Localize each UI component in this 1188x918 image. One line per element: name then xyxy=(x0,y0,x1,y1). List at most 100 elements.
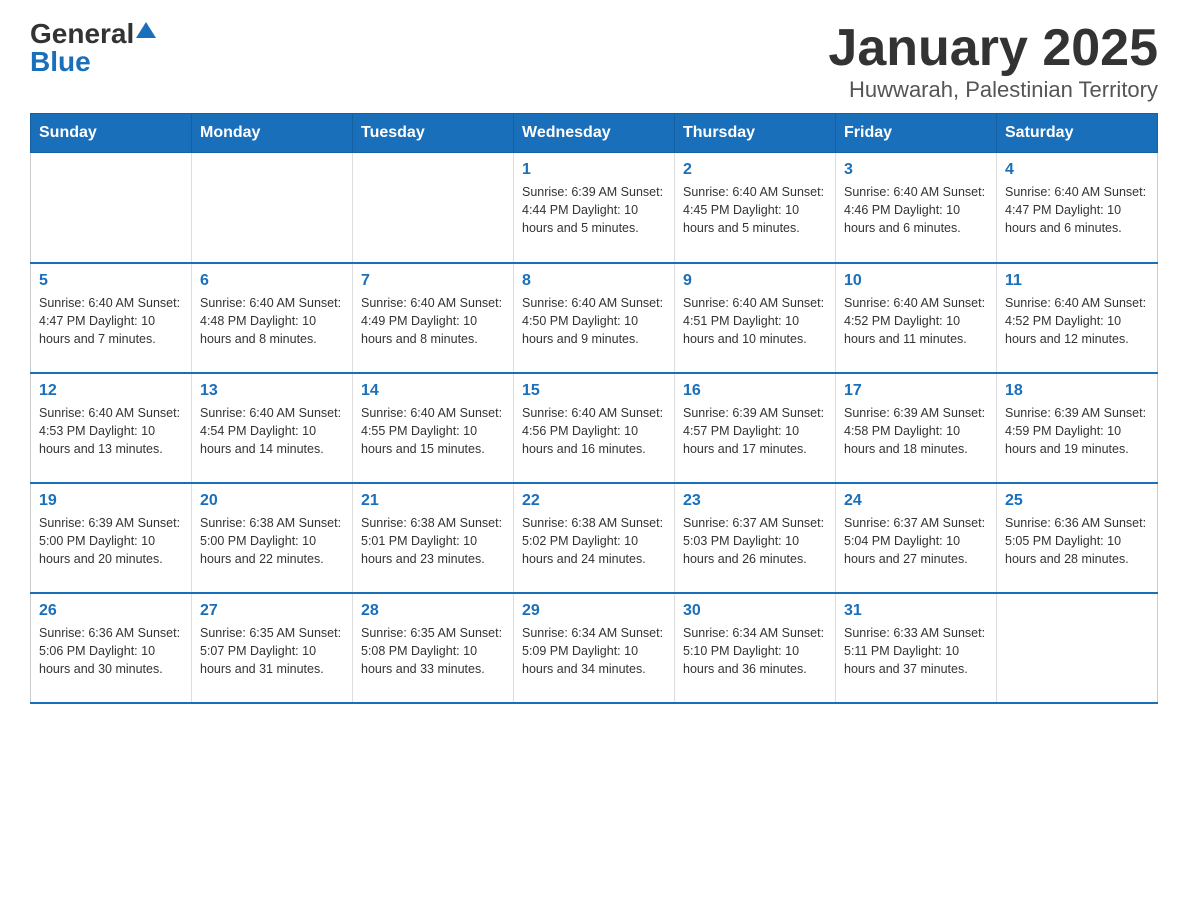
title-area: January 2025 Huwwarah, Palestinian Terri… xyxy=(828,20,1158,103)
day-number: 23 xyxy=(683,492,827,510)
day-number: 27 xyxy=(200,602,344,620)
logo-general: General xyxy=(30,20,134,48)
day-number: 4 xyxy=(1005,161,1149,179)
calendar-day-23: 23 Sunrise: 6:37 AM Sunset: 5:03 PM Dayli… xyxy=(675,483,836,593)
day-number: 1 xyxy=(522,161,666,179)
day-number: 20 xyxy=(200,492,344,510)
calendar-day-2: 2 Sunrise: 6:40 AM Sunset: 4:45 PM Daylig… xyxy=(675,153,836,263)
day-number: 16 xyxy=(683,382,827,400)
calendar-week-2: 5 Sunrise: 6:40 AM Sunset: 4:47 PM Daylig… xyxy=(31,263,1158,373)
calendar-empty-cell xyxy=(192,153,353,263)
day-info: Sunrise: 6:36 AM Sunset: 5:06 PM Dayligh… xyxy=(39,624,183,678)
day-number: 11 xyxy=(1005,272,1149,290)
day-info: Sunrise: 6:38 AM Sunset: 5:02 PM Dayligh… xyxy=(522,514,666,568)
page-title: January 2025 xyxy=(828,20,1158,77)
calendar-week-1: 1Sunrise: 6:39 AM Sunset: 4:44 PM Daylig… xyxy=(31,153,1158,263)
calendar-day-11: 11 Sunrise: 6:40 AM Sunset: 4:52 PM Dayli… xyxy=(997,263,1158,373)
day-number: 2 xyxy=(683,161,827,179)
calendar-empty-cell xyxy=(353,153,514,263)
day-info: Sunrise: 6:39 AM Sunset: 5:00 PM Dayligh… xyxy=(39,514,183,568)
day-info: Sunrise: 6:40 AM Sunset: 4:51 PM Dayligh… xyxy=(683,294,827,348)
calendar-day-20: 20 Sunrise: 6:38 AM Sunset: 5:00 PM Dayli… xyxy=(192,483,353,593)
calendar-day-25: 25 Sunrise: 6:36 AM Sunset: 5:05 PM Dayli… xyxy=(997,483,1158,593)
calendar-day-12: 12 Sunrise: 6:40 AM Sunset: 4:53 PM Dayli… xyxy=(31,373,192,483)
calendar-day-8: 8Sunrise: 6:40 AM Sunset: 4:50 PM Daylig… xyxy=(514,263,675,373)
calendar-day-5: 5 Sunrise: 6:40 AM Sunset: 4:47 PM Daylig… xyxy=(31,263,192,373)
calendar-day-3: 3 Sunrise: 6:40 AM Sunset: 4:46 PM Daylig… xyxy=(836,153,997,263)
day-number: 17 xyxy=(844,382,988,400)
day-info: Sunrise: 6:38 AM Sunset: 5:00 PM Dayligh… xyxy=(200,514,344,568)
calendar-empty-cell xyxy=(997,593,1158,703)
calendar-day-27: 27 Sunrise: 6:35 AM Sunset: 5:07 PM Dayli… xyxy=(192,593,353,703)
calendar-day-10: 10 Sunrise: 6:40 AM Sunset: 4:52 PM Dayli… xyxy=(836,263,997,373)
day-number: 13 xyxy=(200,382,344,400)
calendar-empty-cell xyxy=(31,153,192,263)
day-info: Sunrise: 6:40 AM Sunset: 4:52 PM Dayligh… xyxy=(844,294,988,348)
calendar-week-5: 26 Sunrise: 6:36 AM Sunset: 5:06 PM Dayli… xyxy=(31,593,1158,703)
day-info: Sunrise: 6:40 AM Sunset: 4:52 PM Dayligh… xyxy=(1005,294,1149,348)
day-info: Sunrise: 6:40 AM Sunset: 4:53 PM Dayligh… xyxy=(39,404,183,458)
day-number: 26 xyxy=(39,602,183,620)
calendar-day-26: 26 Sunrise: 6:36 AM Sunset: 5:06 PM Dayli… xyxy=(31,593,192,703)
day-number: 12 xyxy=(39,382,183,400)
calendar-day-18: 18 Sunrise: 6:39 AM Sunset: 4:59 PM Dayli… xyxy=(997,373,1158,483)
calendar-day-16: 16 Sunrise: 6:39 AM Sunset: 4:57 PM Dayli… xyxy=(675,373,836,483)
header-friday: Friday xyxy=(836,114,997,153)
day-info: Sunrise: 6:40 AM Sunset: 4:46 PM Dayligh… xyxy=(844,183,988,237)
day-info: Sunrise: 6:34 AM Sunset: 5:09 PM Dayligh… xyxy=(522,624,666,678)
calendar-week-3: 12 Sunrise: 6:40 AM Sunset: 4:53 PM Dayli… xyxy=(31,373,1158,483)
day-info: Sunrise: 6:39 AM Sunset: 4:59 PM Dayligh… xyxy=(1005,404,1149,458)
day-number: 9 xyxy=(683,272,827,290)
calendar-day-15: 15Sunrise: 6:40 AM Sunset: 4:56 PM Dayli… xyxy=(514,373,675,483)
calendar-day-14: 14Sunrise: 6:40 AM Sunset: 4:55 PM Dayli… xyxy=(353,373,514,483)
day-info: Sunrise: 6:34 AM Sunset: 5:10 PM Dayligh… xyxy=(683,624,827,678)
day-info: Sunrise: 6:40 AM Sunset: 4:45 PM Dayligh… xyxy=(683,183,827,237)
calendar-day-31: 31 Sunrise: 6:33 AM Sunset: 5:11 PM Dayli… xyxy=(836,593,997,703)
day-info: Sunrise: 6:39 AM Sunset: 4:57 PM Dayligh… xyxy=(683,404,827,458)
day-info: Sunrise: 6:36 AM Sunset: 5:05 PM Dayligh… xyxy=(1005,514,1149,568)
day-number: 3 xyxy=(844,161,988,179)
calendar-table: SundayMondayTuesdayWednesdayThursdayFrid… xyxy=(30,113,1158,704)
day-info: Sunrise: 6:40 AM Sunset: 4:47 PM Dayligh… xyxy=(1005,183,1149,237)
calendar-day-13: 13 Sunrise: 6:40 AM Sunset: 4:54 PM Dayli… xyxy=(192,373,353,483)
day-number: 18 xyxy=(1005,382,1149,400)
day-number: 8 xyxy=(522,272,666,290)
header-monday: Monday xyxy=(192,114,353,153)
day-number: 31 xyxy=(844,602,988,620)
calendar-day-4: 4 Sunrise: 6:40 AM Sunset: 4:47 PM Daylig… xyxy=(997,153,1158,263)
day-number: 10 xyxy=(844,272,988,290)
page-subtitle: Huwwarah, Palestinian Territory xyxy=(828,77,1158,103)
day-number: 30 xyxy=(683,602,827,620)
day-number: 29 xyxy=(522,602,666,620)
logo-triangle-icon xyxy=(136,22,156,38)
day-info: Sunrise: 6:39 AM Sunset: 4:58 PM Dayligh… xyxy=(844,404,988,458)
calendar-header-row: SundayMondayTuesdayWednesdayThursdayFrid… xyxy=(31,114,1158,153)
logo-blue: Blue xyxy=(30,48,91,76)
calendar-day-9: 9 Sunrise: 6:40 AM Sunset: 4:51 PM Daylig… xyxy=(675,263,836,373)
day-info: Sunrise: 6:40 AM Sunset: 4:56 PM Dayligh… xyxy=(522,404,666,458)
day-number: 28 xyxy=(361,602,505,620)
day-info: Sunrise: 6:40 AM Sunset: 4:47 PM Dayligh… xyxy=(39,294,183,348)
day-number: 25 xyxy=(1005,492,1149,510)
day-number: 6 xyxy=(200,272,344,290)
day-info: Sunrise: 6:38 AM Sunset: 5:01 PM Dayligh… xyxy=(361,514,505,568)
calendar-day-17: 17 Sunrise: 6:39 AM Sunset: 4:58 PM Dayli… xyxy=(836,373,997,483)
day-info: Sunrise: 6:40 AM Sunset: 4:49 PM Dayligh… xyxy=(361,294,505,348)
day-number: 21 xyxy=(361,492,505,510)
calendar-day-19: 19 Sunrise: 6:39 AM Sunset: 5:00 PM Dayli… xyxy=(31,483,192,593)
day-number: 14 xyxy=(361,382,505,400)
calendar-day-6: 6Sunrise: 6:40 AM Sunset: 4:48 PM Daylig… xyxy=(192,263,353,373)
day-info: Sunrise: 6:35 AM Sunset: 5:07 PM Dayligh… xyxy=(200,624,344,678)
day-number: 5 xyxy=(39,272,183,290)
calendar-day-29: 29 Sunrise: 6:34 AM Sunset: 5:09 PM Dayli… xyxy=(514,593,675,703)
calendar-day-21: 21 Sunrise: 6:38 AM Sunset: 5:01 PM Dayli… xyxy=(353,483,514,593)
day-info: Sunrise: 6:37 AM Sunset: 5:03 PM Dayligh… xyxy=(683,514,827,568)
day-info: Sunrise: 6:33 AM Sunset: 5:11 PM Dayligh… xyxy=(844,624,988,678)
day-number: 22 xyxy=(522,492,666,510)
day-number: 7 xyxy=(361,272,505,290)
calendar-day-7: 7 Sunrise: 6:40 AM Sunset: 4:49 PM Daylig… xyxy=(353,263,514,373)
day-number: 19 xyxy=(39,492,183,510)
calendar-day-30: 30 Sunrise: 6:34 AM Sunset: 5:10 PM Dayli… xyxy=(675,593,836,703)
calendar-day-24: 24Sunrise: 6:37 AM Sunset: 5:04 PM Dayli… xyxy=(836,483,997,593)
day-info: Sunrise: 6:40 AM Sunset: 4:54 PM Dayligh… xyxy=(200,404,344,458)
